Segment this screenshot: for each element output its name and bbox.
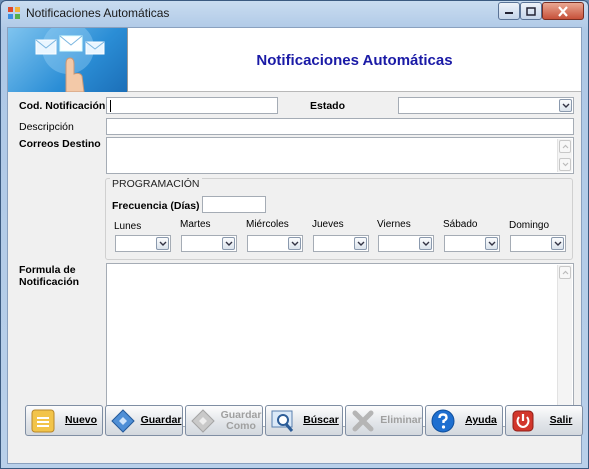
ayuda-button-label: Ayuda — [465, 414, 497, 426]
day-dropdown-button-viernes[interactable] — [419, 237, 432, 250]
day-dropdown-button-martes[interactable] — [222, 237, 235, 250]
correos-destino-label: Correos Destino — [19, 138, 101, 150]
save-icon — [111, 409, 135, 433]
close-icon — [558, 5, 568, 17]
day-select-sabado[interactable] — [444, 235, 500, 252]
day-select-martes[interactable] — [181, 235, 237, 252]
salir-button[interactable]: Salir — [505, 405, 583, 436]
touch-email-icon — [35, 28, 105, 92]
window-title: Notificaciones Automáticas — [26, 6, 170, 20]
buscar-button[interactable]: Búscar — [265, 405, 343, 436]
programacion-group: PROGRAMACIÓN Frecuencia (Días) Lunes Mar… — [105, 178, 573, 260]
ayuda-button[interactable]: Ayuda — [425, 405, 503, 436]
chevron-down-icon — [225, 241, 232, 246]
save-as-icon — [191, 409, 215, 433]
guardar-como-button[interactable]: Guardar Como — [185, 405, 263, 436]
banner-image — [8, 28, 128, 92]
nuevo-button-label: Nuevo — [64, 414, 98, 426]
chevron-down-icon — [422, 241, 429, 246]
cod-notificacion-label: Cod. Notificación — [19, 100, 106, 112]
estado-dropdown-button[interactable] — [559, 99, 572, 112]
new-document-icon — [31, 409, 55, 433]
day-label-jueves: Jueves — [312, 219, 344, 230]
header-banner: Notificaciones Automáticas — [8, 28, 581, 92]
exit-icon — [512, 410, 534, 432]
day-select-jueves[interactable] — [313, 235, 369, 252]
buscar-button-label: Búscar — [303, 414, 339, 426]
title-bar[interactable]: Notificaciones Automáticas — [1, 1, 588, 25]
frecuencia-field[interactable] — [202, 196, 266, 213]
eliminar-button[interactable]: Eliminar — [345, 405, 423, 436]
formula-field[interactable] — [106, 263, 574, 427]
day-dropdown-button-sabado[interactable] — [485, 237, 498, 250]
salir-button-label: Salir — [549, 414, 573, 426]
correos-scrollbar[interactable] — [557, 139, 572, 172]
correos-destino-field[interactable] — [106, 137, 574, 174]
guardar-button-label: Guardar — [140, 414, 182, 426]
day-select-viernes[interactable] — [378, 235, 434, 252]
estado-label: Estado — [310, 100, 346, 112]
scroll-down-button[interactable] — [559, 158, 571, 171]
chevron-down-icon — [562, 103, 569, 108]
scroll-up-button[interactable] — [559, 266, 571, 279]
banner-title: Notificaciones Automáticas — [256, 51, 453, 69]
day-label-viernes: Viernes — [377, 219, 411, 230]
day-label-domingo: Domingo — [509, 220, 550, 231]
day-label-sabado: Sábado — [443, 219, 478, 230]
guardar-como-label-line2: Como — [226, 419, 256, 432]
day-dropdown-button-miercoles[interactable] — [288, 237, 301, 250]
frecuencia-label: Frecuencia (Días) — [112, 200, 200, 212]
day-dropdown-button-lunes[interactable] — [156, 237, 169, 250]
chevron-down-icon — [488, 241, 495, 246]
formula-label-line2: Notificación — [19, 276, 80, 288]
chevron-down-icon — [562, 162, 568, 167]
day-select-miercoles[interactable] — [247, 235, 303, 252]
guardar-como-label-line1: Guardar — [220, 408, 262, 421]
day-label-lunes: Lunes — [114, 221, 142, 232]
minimize-button[interactable] — [498, 2, 520, 20]
nuevo-button[interactable]: Nuevo — [25, 405, 103, 436]
chevron-down-icon — [159, 241, 166, 246]
app-icon — [8, 7, 20, 19]
formula-scrollbar[interactable] — [557, 265, 572, 425]
app-window: Notificaciones Automáticas Notificacione… — [0, 0, 589, 469]
formula-label-line1: Formula de — [19, 264, 76, 276]
day-select-lunes[interactable] — [115, 235, 171, 252]
scroll-up-button[interactable] — [559, 140, 571, 153]
maximize-icon — [526, 6, 536, 16]
chevron-up-icon — [562, 270, 568, 275]
text-cursor — [110, 100, 111, 112]
chevron-up-icon — [562, 144, 568, 149]
maximize-button[interactable] — [520, 2, 542, 20]
form-client-area: Notificaciones Automáticas Cod. Notifica… — [7, 27, 582, 464]
day-label-martes: Martes — [180, 219, 211, 230]
guardar-button[interactable]: Guardar — [105, 405, 183, 436]
day-label-miercoles: Miércoles — [246, 219, 289, 230]
chevron-down-icon — [357, 241, 364, 246]
descripcion-label: Descripción — [19, 121, 74, 133]
cod-notificacion-field[interactable] — [106, 97, 278, 114]
close-button[interactable] — [542, 2, 584, 20]
minimize-icon — [505, 12, 513, 14]
chevron-down-icon — [291, 241, 298, 246]
descripcion-field[interactable] — [106, 118, 574, 135]
day-dropdown-button-jueves[interactable] — [354, 237, 367, 250]
day-select-domingo[interactable] — [510, 235, 566, 252]
delete-icon — [352, 410, 374, 432]
chevron-down-icon — [554, 241, 561, 246]
eliminar-button-label: Eliminar — [380, 414, 422, 426]
search-icon — [271, 410, 294, 432]
estado-select[interactable] — [398, 97, 574, 114]
programacion-group-title: PROGRAMACIÓN — [110, 178, 202, 190]
day-dropdown-button-domingo[interactable] — [551, 237, 564, 250]
help-icon — [431, 409, 455, 433]
